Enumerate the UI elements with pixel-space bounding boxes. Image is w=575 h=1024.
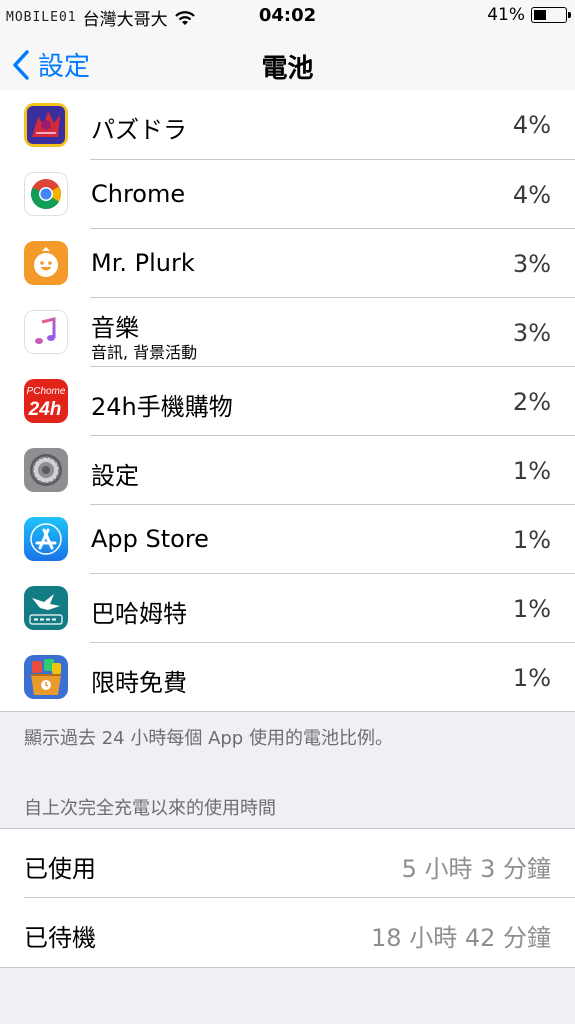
app-name: 巴哈姆特	[91, 600, 187, 628]
navigation-bar: 設定 電池	[0, 32, 575, 99]
chrome-icon	[24, 172, 68, 216]
page-title: 電池	[261, 54, 314, 84]
app-store-icon	[24, 517, 68, 561]
usage-section-header: 自上次完全充電以來的使用時間	[24, 798, 276, 819]
plurk-icon	[24, 241, 68, 285]
usage-value: 5 小時 3 分鐘	[401, 855, 551, 883]
usage-label: 已待機	[24, 924, 96, 952]
battery-level	[534, 10, 546, 20]
usage-label: 已使用	[24, 855, 96, 883]
svg-text:PChome: PChome	[27, 386, 66, 397]
usage-row-standby: 已待機 18 小時 42 分鐘	[0, 898, 575, 967]
status-bar: MOBILE01 台灣大哥大 04:02 41%	[0, 0, 575, 32]
app-percent: 1%	[512, 595, 551, 623]
app-name: App Store	[91, 525, 209, 553]
usage-row-used: 已使用 5 小時 3 分鐘	[0, 829, 575, 898]
svg-text:24h: 24h	[28, 399, 62, 420]
usage-time-group: 已使用 5 小時 3 分鐘 已待機 18 小時 42 分鐘	[0, 828, 575, 968]
app-percent: 1%	[512, 664, 551, 692]
app-name: 限時免費	[91, 669, 187, 697]
bahamut-icon	[24, 586, 68, 630]
music-icon	[24, 310, 68, 354]
app-name: 音樂	[91, 314, 139, 342]
app-row-bahamut[interactable]: 巴哈姆特 1%	[0, 574, 575, 643]
settings-gear-icon	[24, 448, 68, 492]
app-activity-detail: 音訊, 背景活動	[91, 343, 198, 362]
app-percent: 1%	[512, 457, 551, 485]
app-percent: 3%	[512, 250, 551, 278]
app-row-puzzle-and-dragons[interactable]: パズドラ 4%	[0, 90, 575, 160]
status-right: 41%	[487, 5, 571, 25]
battery-icon	[531, 7, 571, 23]
app-name: Mr. Plurk	[91, 249, 195, 277]
app-row-free-apps[interactable]: 限時免費 1%	[0, 643, 575, 712]
free-apps-icon	[24, 655, 68, 699]
app-percent: 4%	[512, 181, 551, 209]
battery-usage-list: パズドラ 4% Chrome 4% Mr. Plurk 3% 音樂 音訊, 背景…	[0, 90, 575, 712]
battery-percent: 41%	[487, 5, 525, 25]
app-name: Chrome	[91, 180, 186, 208]
pchome-24h-icon: PChome 24h	[24, 379, 68, 423]
app-name: 24h手機購物	[91, 393, 233, 421]
app-row-settings[interactable]: 設定 1%	[0, 436, 575, 505]
app-name: パズドラ	[91, 116, 187, 144]
usage-value: 18 小時 42 分鐘	[371, 924, 551, 952]
app-percent: 1%	[512, 526, 551, 554]
app-percent: 2%	[512, 388, 551, 416]
app-percent: 3%	[512, 319, 551, 347]
usage-footnote: 顯示過去 24 小時每個 App 使用的電池比例。	[24, 728, 393, 749]
app-name: 設定	[91, 462, 139, 490]
app-row-music[interactable]: 音樂 音訊, 背景活動 3%	[0, 298, 575, 367]
app-row-app-store[interactable]: App Store 1%	[0, 505, 575, 574]
app-row-mr-plurk[interactable]: Mr. Plurk 3%	[0, 229, 575, 298]
app-row-24h-shopping[interactable]: PChome 24h 24h手機購物 2%	[0, 367, 575, 436]
list-bottom-border	[0, 711, 575, 712]
app-percent: 4%	[512, 111, 551, 139]
app-row-chrome[interactable]: Chrome 4%	[0, 160, 575, 229]
puzzle-and-dragons-icon	[24, 103, 68, 147]
